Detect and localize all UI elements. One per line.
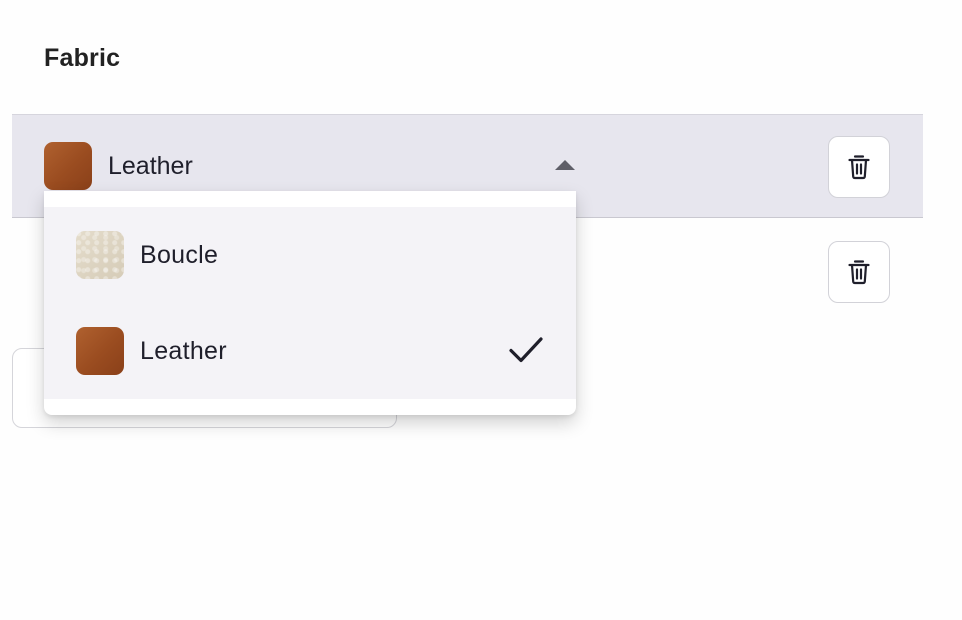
- dropdown-option-leather[interactable]: Leather: [44, 303, 576, 399]
- trash-icon: [848, 260, 870, 285]
- delete-row-2-button[interactable]: [828, 241, 890, 303]
- fabric-editor: Fabric Leather Boucle Leather: [0, 0, 962, 620]
- dropdown-option-label: Boucle: [140, 241, 219, 269]
- leather-swatch: [44, 142, 92, 190]
- caret-up-icon: [555, 160, 575, 170]
- trash-icon: [848, 155, 870, 180]
- fabric-dropdown-menu: Boucle Leather: [44, 191, 576, 415]
- fabric-select-value: Leather: [108, 152, 193, 180]
- leather-swatch: [76, 327, 124, 375]
- boucle-swatch: [76, 231, 124, 279]
- checkmark-icon: [509, 337, 543, 363]
- fabric-select[interactable]: Leather: [44, 142, 576, 190]
- dropdown-option-label: Leather: [140, 337, 227, 365]
- dropdown-option-boucle[interactable]: Boucle: [44, 207, 576, 303]
- delete-row-1-button[interactable]: [828, 136, 890, 198]
- section-title: Fabric: [44, 44, 121, 72]
